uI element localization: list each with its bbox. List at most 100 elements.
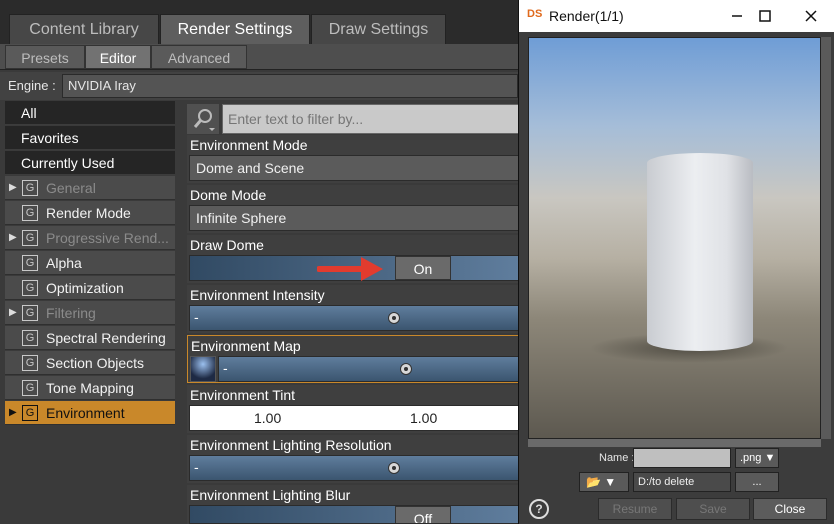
group-label: Progressive Rend...	[46, 230, 169, 246]
group-icon: G	[22, 330, 38, 346]
prop-environment-intensity: Environment Intensity -	[187, 285, 520, 333]
environment-lighting-blur-off-button[interactable]: Off	[395, 506, 451, 523]
slider-minus: -	[194, 459, 199, 475]
browse-button[interactable]: ...	[735, 472, 779, 492]
prop-label: Environment Mode	[190, 137, 308, 153]
help-icon[interactable]: ?	[529, 499, 549, 519]
tab-content-library[interactable]: Content Library	[9, 14, 159, 44]
filter-row	[187, 104, 520, 134]
group-section-objects[interactable]: G Section Objects	[5, 351, 175, 375]
group-label: Environment	[46, 405, 125, 421]
search-icon[interactable]	[187, 104, 219, 134]
group-tone-mapping[interactable]: G Tone Mapping	[5, 376, 175, 400]
maximize-icon[interactable]	[753, 4, 777, 28]
group-icon: G	[22, 405, 38, 421]
file-extension-select[interactable]: .png ▼	[735, 448, 779, 468]
group-icon: G	[22, 305, 38, 321]
folder-button[interactable]: 📂 ▼	[579, 472, 629, 492]
render-window-title: Render(1/1)	[549, 8, 624, 24]
slider-knob[interactable]	[387, 312, 400, 324]
group-icon: G	[22, 180, 38, 196]
tab-presets[interactable]: Presets	[5, 45, 85, 69]
rendered-cylinder	[647, 153, 753, 351]
close-icon[interactable]	[799, 4, 823, 28]
expand-arrow-icon[interactable]: ▶	[9, 226, 17, 250]
slider-knob[interactable]	[387, 462, 400, 474]
prop-label: Environment Intensity	[190, 287, 325, 303]
list-item-currently-used[interactable]: Currently Used	[5, 151, 175, 175]
environment-map-thumbnail[interactable]	[190, 356, 216, 382]
vertical-scrollbar[interactable]	[821, 37, 831, 439]
prop-environment-mode: Environment Mode Dome and Scene	[187, 135, 520, 183]
prop-environment-lighting-blur: Environment Lighting Blur Off	[187, 485, 520, 524]
group-label: Optimization	[46, 280, 124, 296]
prop-label: Environment Lighting Blur	[190, 487, 351, 503]
sub-tab-bar: Presets Editor Advanced	[0, 44, 520, 70]
list-item-favorites[interactable]: Favorites	[5, 126, 175, 150]
save-button[interactable]: Save	[676, 498, 750, 520]
environment-intensity-slider[interactable]: -	[189, 305, 520, 331]
prop-label: Environment Map	[191, 338, 301, 354]
dome-mode-select[interactable]: Infinite Sphere	[189, 205, 520, 231]
top-tab-bar: Content Library Render Settings Draw Set…	[0, 0, 520, 44]
render-preview-image	[528, 37, 821, 439]
prop-label: Draw Dome	[190, 237, 264, 253]
draw-dome-on-button[interactable]: On	[395, 256, 451, 280]
group-icon: G	[22, 280, 38, 296]
engine-label: Engine :	[8, 78, 56, 93]
prop-environment-map: Environment Map -	[187, 335, 521, 383]
environment-tint-color[interactable]: 1.00 1.00	[189, 405, 520, 431]
tint-value-2: 1.00	[410, 410, 438, 426]
resume-button[interactable]: Resume	[598, 498, 672, 520]
settings-category-list: All Favorites Currently Used ▶ G General G…	[5, 101, 175, 524]
expand-arrow-icon[interactable]: ▶	[9, 176, 17, 200]
group-label: Section Objects	[46, 355, 145, 371]
tab-draw-settings[interactable]: Draw Settings	[311, 14, 446, 44]
prop-label: Dome Mode	[190, 187, 267, 203]
slider-knob[interactable]	[399, 363, 412, 375]
group-progressive-rendering[interactable]: ▶ G Progressive Rend...	[5, 226, 175, 250]
name-label: Name :	[599, 452, 635, 464]
environment-lighting-blur-toggle[interactable]: Off	[189, 505, 520, 524]
group-label: Render Mode	[46, 205, 131, 221]
save-path-field[interactable]: D:/to delete	[633, 472, 731, 492]
group-filtering[interactable]: ▶ G Filtering	[5, 301, 175, 325]
list-item-all[interactable]: All	[5, 101, 175, 125]
group-environment[interactable]: ▶ G Environment	[5, 401, 175, 425]
expand-arrow-icon[interactable]: ▶	[9, 401, 17, 425]
group-label: Filtering	[46, 305, 96, 321]
render-window-titlebar[interactable]: DS Render(1/1)	[519, 0, 834, 32]
horizontal-scrollbar[interactable]	[528, 439, 821, 447]
daz-logo: DS	[527, 8, 543, 20]
group-optimization[interactable]: G Optimization	[5, 276, 175, 300]
close-button[interactable]: Close	[753, 498, 827, 520]
tab-editor[interactable]: Editor	[85, 45, 151, 69]
environment-mode-select[interactable]: Dome and Scene	[189, 155, 520, 181]
filter-input[interactable]	[222, 104, 520, 134]
group-icon: G	[22, 230, 38, 246]
environment-map-slider[interactable]: -	[218, 356, 521, 382]
engine-select[interactable]: NVIDIA Iray	[62, 74, 518, 98]
group-general[interactable]: ▶ G General	[5, 176, 175, 200]
group-label: Alpha	[46, 255, 82, 271]
expand-arrow-icon[interactable]: ▶	[9, 301, 17, 325]
tint-value-1: 1.00	[254, 410, 282, 426]
render-window: DS Render(1/1) Name : .png ▼ 📂 ▼ D:/to d…	[518, 0, 834, 524]
group-render-mode[interactable]: G Render Mode	[5, 201, 175, 225]
minimize-icon[interactable]	[725, 4, 749, 28]
group-label: Spectral Rendering	[46, 330, 166, 346]
engine-row: Engine : NVIDIA Iray	[0, 72, 520, 100]
group-alpha[interactable]: G Alpha	[5, 251, 175, 275]
group-label: General	[46, 180, 96, 196]
name-input[interactable]	[633, 448, 731, 468]
environment-lighting-resolution-slider[interactable]: -	[189, 455, 520, 481]
prop-label: Environment Lighting Resolution	[190, 437, 392, 453]
tab-render-settings[interactable]: Render Settings	[160, 14, 310, 44]
slider-minus: -	[223, 360, 228, 376]
tab-advanced[interactable]: Advanced	[151, 45, 247, 69]
group-icon: G	[22, 380, 38, 396]
prop-environment-tint: Environment Tint 1.00 1.00	[187, 385, 520, 433]
group-spectral-rendering[interactable]: G Spectral Rendering	[5, 326, 175, 350]
prop-draw-dome: Draw Dome On	[187, 235, 520, 283]
group-label: Tone Mapping	[46, 380, 134, 396]
